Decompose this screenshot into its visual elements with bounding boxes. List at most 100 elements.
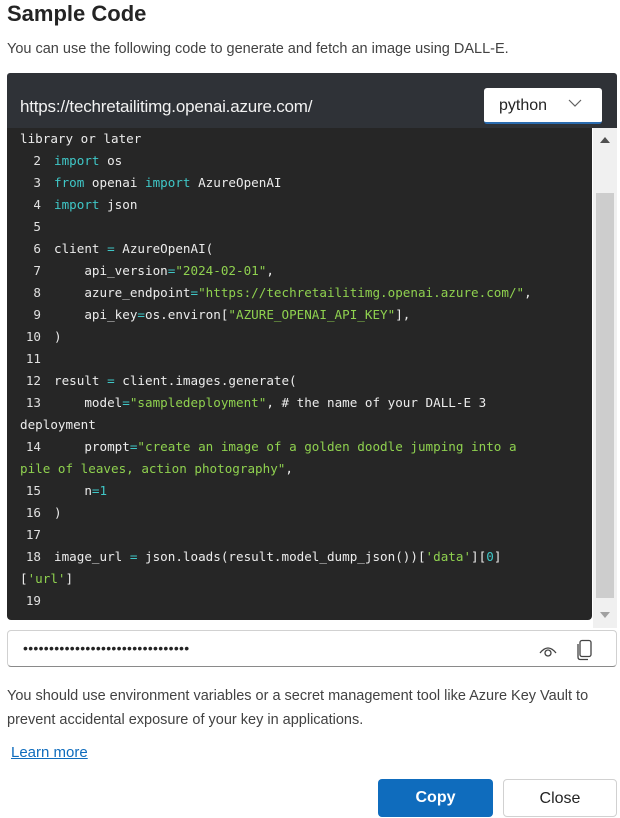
line-number: 8: [33, 285, 41, 300]
code-token: ]: [493, 549, 502, 564]
dialog-subtitle: You can use the following code to genera…: [7, 41, 509, 57]
code-token: json: [99, 197, 138, 212]
language-dropdown[interactable]: python: [484, 88, 602, 124]
code-scrollbar[interactable]: [593, 128, 617, 628]
scroll-down-icon[interactable]: [600, 612, 610, 618]
line-number: 16: [25, 505, 41, 520]
code-token: =: [122, 395, 130, 410]
code-token: import: [145, 175, 191, 190]
code-token: pile of leaves, action photography": [20, 461, 286, 476]
code-token: os.environ[: [145, 307, 229, 322]
code-token: 0: [486, 549, 494, 564]
code-token: "https://techretailitimg.openai.azure.co…: [198, 285, 525, 300]
code-line: pile of leaves, action photography",: [7, 458, 592, 480]
code-token: model: [54, 395, 123, 410]
line-number: 13: [25, 395, 41, 410]
code-token: prompt: [54, 439, 130, 454]
copy-key-icon[interactable]: [576, 639, 594, 661]
code-token: api_version: [54, 263, 168, 278]
code-token: =: [91, 483, 100, 498]
line-number: 5: [33, 219, 41, 234]
code-token: library or later: [20, 131, 142, 146]
code-token: 'data': [425, 549, 472, 564]
code-token: client: [54, 241, 108, 256]
close-button[interactable]: Close: [503, 779, 617, 817]
api-key-field[interactable]: ••••••••••••••••••••••••••••••••: [7, 630, 617, 667]
scroll-thumb[interactable]: [596, 193, 614, 598]
code-line: 17: [7, 524, 592, 546]
line-number: 14: [25, 439, 41, 454]
code-line: 16): [7, 502, 592, 524]
security-note: You should use environment variables or …: [7, 688, 589, 728]
code-token: result: [54, 373, 108, 388]
code-line: 2 import os: [7, 150, 592, 172]
code-line: 19: [7, 590, 592, 612]
code-token: api_key: [54, 307, 138, 322]
code-line: ['url']: [7, 568, 592, 590]
code-token: os: [99, 153, 123, 168]
code-line: 7 api_version="2024-02-01",: [7, 260, 592, 282]
line-number: 11: [25, 351, 41, 366]
code-token: import: [54, 153, 100, 168]
code-token: azure_endpoint: [54, 285, 191, 300]
language-value: python: [499, 97, 548, 114]
code-token: ,: [285, 461, 293, 476]
endpoint-url: https://techretailitimg.openai.azure.com…: [20, 97, 313, 116]
code-token: import: [54, 197, 100, 212]
api-key-value: ••••••••••••••••••••••••••••••••: [23, 640, 190, 656]
code-token: deployment: [20, 417, 96, 432]
code-line: 14 prompt="create an image of a golden d…: [7, 436, 592, 458]
code-panel: https://techretailitimg.openai.azure.com…: [7, 73, 617, 628]
code-token: [: [20, 571, 28, 586]
code-line: 6 client = AzureOpenAI(: [7, 238, 592, 260]
code-line: 13 model="sampledeployment", # the name …: [7, 392, 592, 414]
code-token: openai: [84, 175, 146, 190]
line-number: 3: [33, 175, 41, 190]
code-header: https://techretailitimg.openai.azure.com…: [7, 73, 617, 128]
line-number: 12: [25, 373, 41, 388]
code-line: 5: [7, 216, 592, 238]
code-token: ,: [266, 263, 274, 278]
code-line: 8 azure_endpoint="https://techretailitim…: [7, 282, 592, 304]
code-line: 11: [7, 348, 592, 370]
code-token: =: [107, 241, 115, 256]
code-token: from: [54, 175, 85, 190]
code-token: =: [190, 285, 199, 300]
chevron-down-icon: [568, 99, 582, 107]
code-line: 12 result = client.images.generate(: [7, 370, 592, 392]
code-token: "create an image of a golden doodle jump…: [137, 439, 517, 454]
code-token: "AZURE_OPENAI_API_KEY": [228, 307, 396, 322]
code-line: library or later: [7, 128, 592, 150]
code-token: AzureOpenAI(: [114, 241, 214, 256]
scroll-up-icon[interactable]: [600, 137, 610, 143]
line-number: 6: [33, 241, 41, 256]
line-number: 18: [25, 549, 41, 564]
code-token: ]: [65, 571, 74, 586]
line-number: 4: [33, 197, 41, 212]
code-line: 3 from openai import AzureOpenAI: [7, 172, 592, 194]
line-number: 7: [33, 263, 41, 278]
code-token: =: [107, 373, 115, 388]
learn-more-link[interactable]: Learn more: [11, 744, 88, 761]
code-token: "2024-02-01": [175, 263, 267, 278]
code-line: 9 api_key=os.environ["AZURE_OPENAI_API_K…: [7, 304, 592, 326]
line-number: 9: [33, 307, 41, 322]
code-token: json.loads(result.model_dump_json())[: [137, 549, 426, 564]
line-number: 19: [25, 593, 41, 608]
code-token: ],: [395, 307, 411, 322]
code-token: client.images.generate(: [114, 373, 297, 388]
show-key-eye-icon[interactable]: [538, 641, 558, 659]
dialog-title: Sample Code: [7, 1, 147, 26]
code-editor[interactable]: library or later 2 import os 3 from openai i…: [7, 128, 592, 620]
code-token: "sampledeployment": [129, 395, 267, 410]
code-token: 'url': [27, 571, 66, 586]
code-token: 1: [99, 483, 108, 498]
copy-button[interactable]: Copy: [378, 779, 493, 817]
line-number: 17: [25, 527, 41, 542]
code-token: AzureOpenAI: [190, 175, 282, 190]
code-token: , # the name of your DALL-E 3: [266, 395, 487, 410]
line-number: 2: [33, 153, 41, 168]
code-line: deployment: [7, 414, 592, 436]
code-token: ): [54, 505, 62, 520]
code-token: =: [137, 307, 145, 322]
